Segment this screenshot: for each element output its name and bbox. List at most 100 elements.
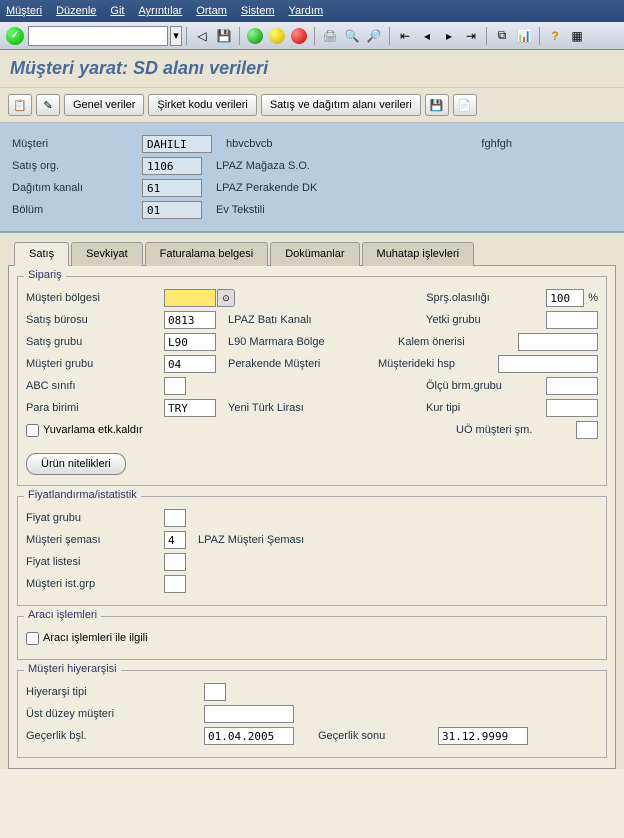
display-button[interactable]: 📄: [453, 94, 477, 116]
menu-duzenle[interactable]: Düzenle: [56, 5, 96, 17]
tab-dokumanlar[interactable]: Dokümanlar: [270, 242, 359, 266]
prev-page-button[interactable]: ◂: [417, 26, 437, 46]
tab-muhatap[interactable]: Muhatap işlevleri: [362, 242, 475, 266]
check-icon: ✓: [6, 27, 24, 45]
pencil-button[interactable]: ✎: [36, 94, 60, 116]
other-customer-button[interactable]: 📋: [8, 94, 32, 116]
higher-level-cust-label: Üst düzey müşteri: [26, 708, 204, 720]
customer-label: Müşteri: [12, 138, 142, 150]
distchannel-desc: LPAZ Perakende DK: [216, 182, 317, 194]
sales-group-label: Satış grubu: [26, 336, 164, 348]
print-button[interactable]: 🖨: [320, 26, 340, 46]
rounding-off-box[interactable]: [26, 424, 39, 437]
sales-area-button[interactable]: Satış ve dağıtım alanı verileri: [261, 94, 421, 116]
ok-button[interactable]: ✓: [5, 26, 25, 46]
last-page-button[interactable]: ⇥: [461, 26, 481, 46]
exch-rate-input[interactable]: [546, 399, 598, 417]
item-proposal-input[interactable]: [518, 333, 598, 351]
menu-musteri[interactable]: Müşteri: [6, 5, 42, 17]
currency-label: Para birimi: [26, 402, 164, 414]
find-next-button[interactable]: 🔎: [364, 26, 384, 46]
uom-group-input[interactable]: [546, 377, 598, 395]
tab-faturalama[interactable]: Faturalama belgesi: [145, 242, 269, 266]
sales-group-desc: L90 Marmara Bölge: [228, 336, 325, 348]
higher-level-cust-input[interactable]: [204, 705, 294, 723]
find-button[interactable]: 🔍: [342, 26, 362, 46]
shortcut-button[interactable]: 📊: [514, 26, 534, 46]
currency-desc: Yeni Türk Lirası: [228, 402, 304, 414]
tab-panel-satis: Sipariş Müşteri bölgesi ⊙ Sprş.olasılığı…: [8, 265, 616, 769]
division-desc: Ev Tekstili: [216, 204, 265, 216]
product-attributes-button[interactable]: Ürün nitelikleri: [26, 453, 126, 475]
rounding-off-checkbox[interactable]: Yuvarlama etk.kaldır: [26, 424, 143, 437]
hierarchy-group-title: Müşteri hiyerarşisi: [24, 663, 121, 675]
order-prob-label: Sprş.olasılığı: [426, 292, 546, 304]
agency-relevant-checkbox[interactable]: Aracı işlemleri ile ilgili: [26, 632, 148, 645]
distchannel-label: Dağıtım kanalı: [12, 182, 142, 194]
sales-group-input[interactable]: [164, 333, 216, 351]
pp-cust-proc-label: UÖ müşteri şm.: [456, 424, 576, 436]
save-app-button[interactable]: 💾: [425, 94, 449, 116]
abc-class-input[interactable]: [164, 377, 186, 395]
pricing-group: Fiyatlandırma/istatistik Fiyat grubu Müş…: [17, 496, 607, 606]
back-button[interactable]: ◁: [192, 26, 212, 46]
first-page-button[interactable]: ⇤: [395, 26, 415, 46]
app-toolbar: 📋 ✎ Genel veriler Şirket kodu verileri S…: [0, 88, 624, 123]
cust-pric-proc-desc: LPAZ Müşteri Şeması: [198, 534, 304, 546]
new-session-button[interactable]: ⧉: [492, 26, 512, 46]
price-group-input[interactable]: [164, 509, 186, 527]
sales-district-input[interactable]: [164, 289, 216, 307]
company-code-button[interactable]: Şirket kodu verileri: [148, 94, 256, 116]
salesorg-value: 1106: [142, 157, 202, 175]
currency-input[interactable]: [164, 399, 216, 417]
item-proposal-label: Kalem önerisi: [398, 336, 518, 348]
back-icon[interactable]: [245, 26, 265, 46]
menu-yardim[interactable]: Yardım: [288, 5, 323, 17]
command-dropdown[interactable]: ▾: [170, 26, 182, 46]
tab-satis[interactable]: Satış: [14, 242, 69, 266]
hierarchy-type-input[interactable]: [204, 683, 226, 701]
cancel-icon[interactable]: [289, 26, 309, 46]
command-field[interactable]: [29, 27, 167, 45]
cust-pric-proc-input[interactable]: [164, 531, 186, 549]
exit-icon[interactable]: [267, 26, 287, 46]
agency-group: Aracı işlemleri Aracı işlemleri ile ilgi…: [17, 616, 607, 660]
agency-relevant-label: Aracı işlemleri ile ilgili: [43, 632, 148, 644]
customer-group-input[interactable]: [164, 355, 216, 373]
salesorg-desc: LPAZ Mağaza S.O.: [216, 160, 310, 172]
valid-to-label: Geçerlik sonu: [318, 730, 438, 742]
menu-ortam[interactable]: Ortam: [196, 5, 227, 17]
uom-group-label: Ölçü brm.grubu: [426, 380, 546, 392]
command-field-wrap: [28, 26, 168, 46]
save-button[interactable]: 💾: [214, 26, 234, 46]
account-at-cust-input[interactable]: [498, 355, 598, 373]
cust-pric-proc-label: Müşteri şeması: [26, 534, 164, 546]
order-group-title: Sipariş: [24, 269, 66, 281]
sales-office-input[interactable]: [164, 311, 216, 329]
cust-stats-grp-label: Müşteri ist.grp: [26, 578, 164, 590]
general-data-button[interactable]: Genel veriler: [64, 94, 144, 116]
next-page-button[interactable]: ▸: [439, 26, 459, 46]
layout-button[interactable]: ▦: [567, 26, 587, 46]
page-title: Müşteri yarat: SD alanı verileri: [0, 50, 624, 88]
valid-from-input[interactable]: [204, 727, 294, 745]
auth-group-input[interactable]: [546, 311, 598, 329]
search-help-icon[interactable]: ⊙: [217, 289, 235, 307]
pp-cust-proc-input[interactable]: [576, 421, 598, 439]
menu-git[interactable]: Git: [110, 5, 124, 17]
percent-label: %: [588, 292, 598, 304]
agency-group-title: Aracı işlemleri: [24, 609, 101, 621]
menu-sistem[interactable]: Sistem: [241, 5, 275, 17]
valid-from-label: Geçerlik bşl.: [26, 730, 204, 742]
cust-stats-grp-input[interactable]: [164, 575, 186, 593]
price-list-input[interactable]: [164, 553, 186, 571]
help-button[interactable]: ?: [545, 26, 565, 46]
sales-district-label: Müşteri bölgesi: [26, 292, 164, 304]
menu-bar: Müşteri Düzenle Git Ayrıntılar Ortam Sis…: [0, 0, 624, 22]
menu-ayrintilar[interactable]: Ayrıntılar: [138, 5, 182, 17]
abc-class-label: ABC sınıfı: [26, 380, 164, 392]
order-prob-input[interactable]: [546, 289, 584, 307]
agency-relevant-box[interactable]: [26, 632, 39, 645]
tab-sevkiyat[interactable]: Sevkiyat: [71, 242, 143, 266]
valid-to-input[interactable]: [438, 727, 528, 745]
